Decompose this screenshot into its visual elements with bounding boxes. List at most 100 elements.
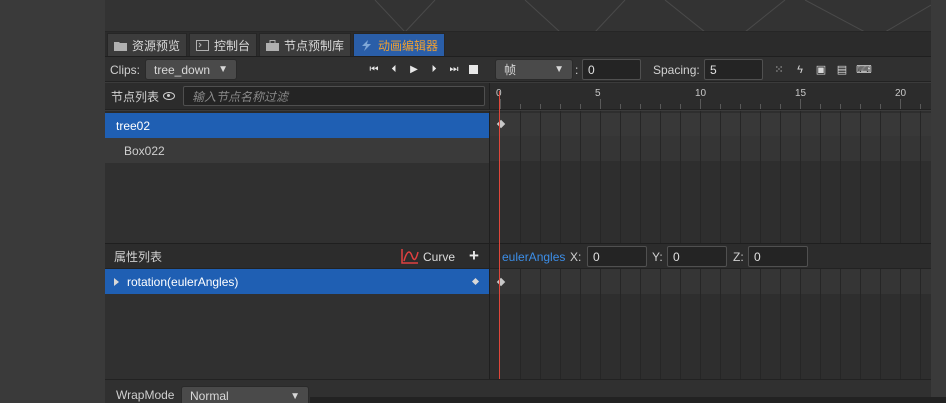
z-label: Z: (733, 250, 744, 264)
time-unit-select[interactable]: 帧 ▼ (495, 59, 573, 80)
left-panel-gutter (0, 0, 105, 403)
tab-node-library[interactable]: 节点预制库 (259, 33, 352, 56)
wrap-mode-select[interactable]: Normal ▼ (181, 386, 309, 403)
tab-label: 动画编辑器 (378, 38, 439, 53)
ruler-tick (780, 104, 781, 109)
clips-label: Clips: (110, 62, 141, 77)
grid-line (720, 269, 721, 379)
grid-line (560, 111, 561, 243)
grid-line (860, 111, 861, 243)
tab-animation-editor[interactable]: 动画编辑器 (353, 33, 446, 56)
grid-line (780, 269, 781, 379)
node-label: tree02 (116, 118, 151, 133)
current-frame-input[interactable]: 0 (582, 59, 641, 80)
grid-line (560, 269, 561, 379)
property-timeline-grid[interactable] (489, 269, 931, 379)
stop-icon[interactable] (469, 65, 478, 74)
wrap-mode-label: WrapMode (116, 388, 175, 402)
play-icon[interactable]: ▶ (409, 64, 419, 75)
grid-line (760, 269, 761, 379)
node-timeline-grid[interactable] (489, 111, 931, 243)
eye-icon[interactable] (163, 92, 176, 100)
jump-to-start-icon[interactable]: ⏮ (369, 64, 379, 75)
property-name: eulerAngles (502, 250, 566, 264)
keyframe-diamond-icon[interactable] (471, 277, 480, 286)
panel-tab-bar: 资源预览 控制台 节点预制库 动画编辑器 (105, 32, 931, 57)
ruler-tick (600, 99, 601, 109)
grid-line (520, 269, 521, 379)
tab-console[interactable]: 控制台 (189, 33, 258, 56)
ruler-tick (840, 104, 841, 109)
x-input[interactable]: 0 (587, 246, 647, 267)
spacing-input[interactable]: 5 (704, 59, 763, 80)
playback-controls: ⏮ ⏴ ▶ ⏵ ⏭ (369, 57, 478, 82)
clip-select[interactable]: tree_down ▼ (145, 59, 237, 80)
ruler-tick (580, 104, 581, 109)
timeline-ruler[interactable]: 0 5 10 15 20 (489, 83, 931, 110)
ruler-tick (560, 104, 561, 109)
jump-to-end-icon[interactable]: ⏭ (449, 64, 459, 75)
grid-line (700, 269, 701, 379)
z-input[interactable]: 0 (748, 246, 808, 267)
grid-line (640, 111, 641, 243)
ruler-tick (880, 104, 881, 109)
grid-line (600, 269, 601, 379)
chevron-down-icon: ▼ (290, 390, 300, 402)
grid-line (660, 111, 661, 243)
wrap-mode-value: Normal (190, 389, 229, 403)
briefcase-icon (266, 39, 280, 51)
next-frame-icon[interactable]: ⏵ (429, 64, 439, 75)
list-item[interactable]: rotation(eulerAngles) (105, 269, 489, 294)
y-input[interactable]: 0 (667, 246, 727, 267)
grid-line (820, 269, 821, 379)
list-item[interactable]: tree02 (105, 113, 489, 138)
grid-line (540, 111, 541, 243)
node-filter-input[interactable]: 输入节点名称过滤 (183, 86, 486, 106)
node-list-header: 节点列表 输入节点名称过滤 (105, 83, 489, 110)
timeline-row (490, 113, 931, 136)
ruler-label: 15 (795, 88, 807, 99)
book-icon[interactable]: ▤ (835, 63, 849, 76)
chevron-down-icon: ▼ (554, 64, 564, 75)
tab-assets-preview[interactable]: 资源预览 (107, 33, 188, 56)
frame-colon: : (575, 62, 579, 77)
grid-line (720, 111, 721, 243)
scene-viewport[interactable] (105, 0, 931, 32)
folder-icon (114, 40, 127, 51)
lightning-icon[interactable]: ϟ (793, 64, 807, 76)
curve-icon (401, 248, 419, 267)
timeline-row (490, 269, 931, 294)
save-icon[interactable]: ▣ (814, 63, 828, 76)
ruler-tick (820, 104, 821, 109)
grid-line (800, 111, 801, 243)
tab-label: 资源预览 (132, 38, 181, 53)
grid-line (840, 111, 841, 243)
property-list: rotation(eulerAngles) (105, 269, 489, 379)
ruler-tick (760, 104, 761, 109)
grid-line (520, 111, 521, 243)
grid-line (860, 269, 861, 379)
toolbar-right-tools: ⁙ ϟ ▣ ▤ ⌨ (772, 57, 872, 82)
ruler-tick (660, 104, 661, 109)
node-label: Box022 (124, 143, 165, 158)
ruler-label: 20 (895, 88, 907, 99)
node-list-title: 节点列表 (111, 89, 160, 104)
ruler-tick (920, 104, 921, 109)
grid-dots-icon[interactable]: ⁙ (772, 63, 786, 76)
ruler-label: 10 (695, 88, 707, 99)
grid-line (840, 269, 841, 379)
ruler-tick (640, 104, 641, 109)
keyboard-icon[interactable]: ⌨ (856, 63, 872, 76)
clip-select-value: tree_down (154, 62, 211, 77)
ruler-tick (900, 99, 901, 109)
playhead-line[interactable] (499, 91, 500, 379)
expand-arrow-icon[interactable] (114, 277, 119, 286)
x-label: X: (570, 250, 582, 264)
add-property-button[interactable]: + (469, 246, 479, 266)
ruler-tick (500, 99, 501, 109)
list-item[interactable]: Box022 (105, 138, 489, 163)
previous-frame-icon[interactable]: ⏴ (389, 64, 399, 75)
grid-line (580, 111, 581, 243)
curve-button[interactable]: Curve (401, 244, 455, 270)
grid-line (700, 111, 701, 243)
